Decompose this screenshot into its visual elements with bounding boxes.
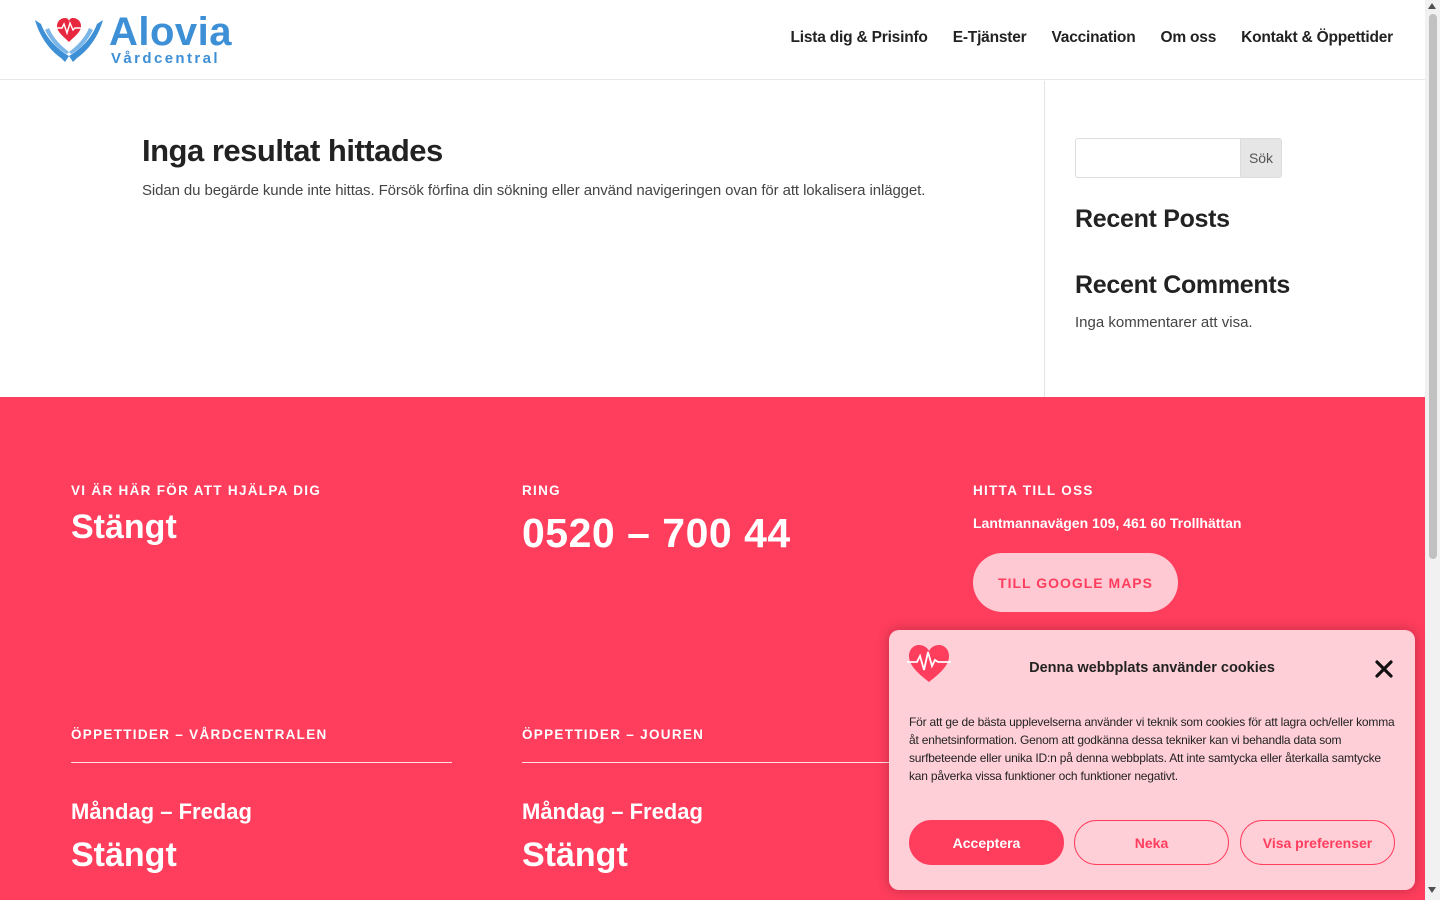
google-maps-button[interactable]: TILL GOOGLE MAPS [973,553,1178,612]
help-status: Stängt [71,508,177,546]
find-label: HITTA TILL OSS [973,483,1094,498]
sidebar-search: Sök [1075,138,1282,178]
help-label: VI ÄR HÄR FÖR ATT HJÄLPA DIG [71,483,322,498]
hours-vc-divider [71,762,452,763]
recent-comments-heading: Recent Comments [1075,271,1290,299]
hours-vc-days: Måndag – Fredag [71,799,252,824]
preferences-button[interactable]: Visa preferenser [1240,820,1395,865]
hours-jour-label: ÖPPETTIDER – JOUREN [522,727,705,742]
page-description: Sidan du begärde kunde inte hittas. Förs… [142,182,926,199]
main-nav: Lista dig & Prisinfo E-Tjänster Vaccinat… [790,29,1393,47]
sidebar-divider [1044,81,1045,397]
deny-button[interactable]: Neka [1074,820,1229,865]
hours-jour-days: Måndag – Fredag [522,799,703,824]
nav-item-lista-dig[interactable]: Lista dig & Prisinfo [790,29,927,47]
logo-subtitle: Vårdcentral [111,50,220,67]
main-content [0,81,1425,397]
no-comments-text: Inga kommentarer att visa. [1075,314,1253,331]
call-label: RING [522,483,561,498]
scroll-up-arrow-icon[interactable] [1428,3,1436,9]
logo-text: Alovia Vårdcentral [109,12,232,66]
scrollbar-thumb[interactable] [1429,14,1437,559]
search-button[interactable]: Sök [1240,138,1282,178]
address-text: Lantmannavägen 109, 461 60 Trollhättan [973,515,1242,531]
nav-item-vaccination[interactable]: Vaccination [1052,29,1136,47]
accept-button[interactable]: Acceptera [909,820,1064,865]
site-logo[interactable]: Alovia Vårdcentral [33,12,232,66]
recent-posts-heading: Recent Posts [1075,205,1230,233]
scroll-down-arrow-icon[interactable] [1428,887,1436,893]
hours-vc-status: Stängt [71,836,177,874]
close-icon[interactable] [1373,658,1395,680]
nav-item-e-tjanster[interactable]: E-Tjänster [953,29,1027,47]
logo-name: Alovia [109,10,233,54]
cookie-banner: Denna webbplats använder cookies För att… [889,630,1415,890]
cookie-text: För att ge de bästa upplevelserna använd… [909,715,1395,783]
search-input[interactable] [1075,138,1240,178]
nav-item-kontakt[interactable]: Kontakt & Öppettider [1241,29,1393,47]
site-header: Alovia Vårdcentral Lista dig & Prisinfo … [0,0,1425,80]
page-scrollbar[interactable] [1425,0,1440,900]
nav-item-om-oss[interactable]: Om oss [1160,29,1216,47]
page-title: Inga resultat hittades [142,133,443,168]
hours-vc-label: ÖPPETTIDER – VÅRDCENTRALEN [71,727,328,742]
hands-heart-icon [35,18,103,62]
phone-number[interactable]: 0520 – 700 44 [522,510,791,557]
cookie-title: Denna webbplats använder cookies [1029,660,1275,676]
hours-jour-divider [522,762,903,763]
hours-jour-status: Stängt [522,836,628,874]
